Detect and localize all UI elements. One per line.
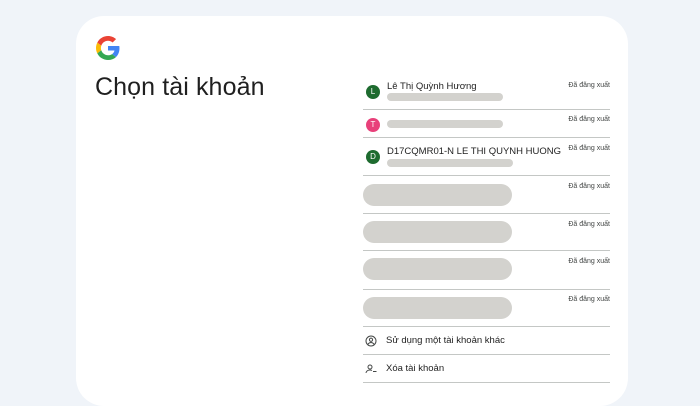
- avatar: L: [366, 85, 380, 99]
- page-title: Chọn tài khoản: [95, 73, 265, 101]
- remove-account-label: Xóa tài khoản: [386, 363, 445, 374]
- redacted-account: [363, 258, 512, 280]
- account-list: L Lê Thị Quỳnh Hương Đã đăng xuất T Đã đ…: [363, 74, 610, 383]
- account-status: Đã đăng xuất: [568, 258, 610, 265]
- account-status: Đã đăng xuất: [568, 116, 610, 123]
- redacted-account: [363, 297, 512, 319]
- account-chooser-card: Chọn tài khoản L Lê Thị Quỳnh Hương Đã đ…: [76, 16, 628, 406]
- account-row[interactable]: D D17CQMR01-N LE THI QUYNH HUONG Đã đăng…: [363, 138, 610, 176]
- use-another-account-button[interactable]: Sử dụng một tài khoản khác: [363, 327, 610, 355]
- avatar: D: [366, 150, 380, 164]
- account-status: Đã đăng xuất: [568, 82, 610, 89]
- account-status: Đã đăng xuất: [568, 296, 610, 303]
- account-status: Đã đăng xuất: [568, 221, 610, 228]
- google-logo-icon: [96, 36, 120, 60]
- redacted-account: [363, 184, 512, 206]
- account-row[interactable]: Đã đăng xuất: [363, 176, 610, 214]
- account-row[interactable]: Đã đăng xuất: [363, 251, 610, 290]
- redacted-email: [387, 93, 503, 101]
- redacted-email: [387, 120, 503, 128]
- person-remove-icon: [365, 364, 377, 374]
- account-row[interactable]: Đã đăng xuất: [363, 290, 610, 327]
- account-status: Đã đăng xuất: [568, 145, 610, 152]
- avatar: T: [366, 118, 380, 132]
- account-status: Đã đăng xuất: [568, 183, 610, 190]
- use-another-account-label: Sử dụng một tài khoản khác: [386, 335, 505, 346]
- account-row[interactable]: Đã đăng xuất: [363, 214, 610, 251]
- account-circle-icon: [365, 335, 377, 347]
- account-row[interactable]: L Lê Thị Quỳnh Hương Đã đăng xuất: [363, 74, 610, 110]
- redacted-account: [363, 221, 512, 243]
- account-name: D17CQMR01-N LE THI QUYNH HUONG: [387, 146, 562, 157]
- account-name: Lê Thị Quỳnh Hương: [387, 81, 477, 92]
- account-row[interactable]: T Đã đăng xuất: [363, 110, 610, 138]
- remove-account-button[interactable]: Xóa tài khoản: [363, 355, 610, 383]
- redacted-email: [387, 159, 513, 167]
